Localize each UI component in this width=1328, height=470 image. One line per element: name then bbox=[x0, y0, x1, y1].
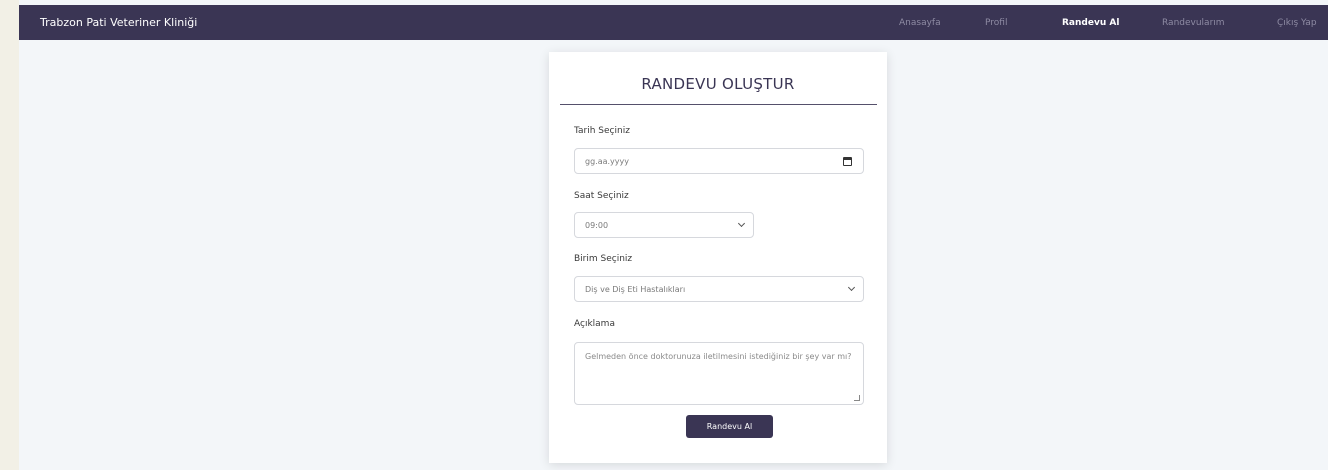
navbar: Trabzon Pati Veteriner Kliniği Anasayfa … bbox=[19, 5, 1328, 40]
nav-link-anasayfa[interactable]: Anasayfa bbox=[899, 18, 941, 28]
chevron-down-icon bbox=[847, 283, 856, 292]
time-label: Saat Seçiniz bbox=[574, 191, 629, 201]
unit-select-value: Diş ve Diş Eti Hastalıkları bbox=[585, 284, 686, 294]
unit-label: Birim Seçiniz bbox=[574, 254, 633, 264]
form-title: RANDEVU OLUŞTUR bbox=[641, 75, 795, 93]
resize-handle-icon[interactable] bbox=[854, 395, 860, 401]
nav-link-randevu-al[interactable]: Randevu Al bbox=[1062, 18, 1119, 28]
time-select-value: 09:00 bbox=[585, 220, 609, 230]
brand-title[interactable]: Trabzon Pati Veteriner Kliniği bbox=[40, 16, 197, 29]
date-input-value: gg.aa.yyyy bbox=[585, 156, 629, 166]
title-divider bbox=[560, 104, 877, 105]
unit-select[interactable]: Diş ve Diş Eti Hastalıkları bbox=[574, 276, 864, 302]
time-select[interactable]: 09:00 bbox=[574, 212, 754, 238]
description-label: Açıklama bbox=[574, 319, 615, 329]
description-textarea[interactable]: Gelmeden önce doktorunuza iletilmesini i… bbox=[574, 342, 864, 405]
submit-appointment-button[interactable]: Randevu Al bbox=[686, 415, 773, 438]
nav-link-cikis-yap[interactable]: Çıkış Yap bbox=[1277, 18, 1317, 28]
app-window: Trabzon Pati Veteriner Kliniği Anasayfa … bbox=[19, 0, 1328, 470]
date-input[interactable]: gg.aa.yyyy bbox=[574, 148, 864, 174]
calendar-icon[interactable] bbox=[843, 157, 852, 166]
appointment-form-card: RANDEVU OLUŞTUR Tarih Seçiniz gg.aa.yyyy… bbox=[549, 52, 887, 463]
date-label: Tarih Seçiniz bbox=[574, 126, 630, 136]
nav-link-profil[interactable]: Profil bbox=[985, 18, 1007, 28]
nav-link-randevularim[interactable]: Randevularım bbox=[1162, 18, 1225, 28]
chevron-down-icon bbox=[737, 219, 746, 228]
description-placeholder: Gelmeden önce doktorunuza iletilmesini i… bbox=[585, 352, 852, 361]
